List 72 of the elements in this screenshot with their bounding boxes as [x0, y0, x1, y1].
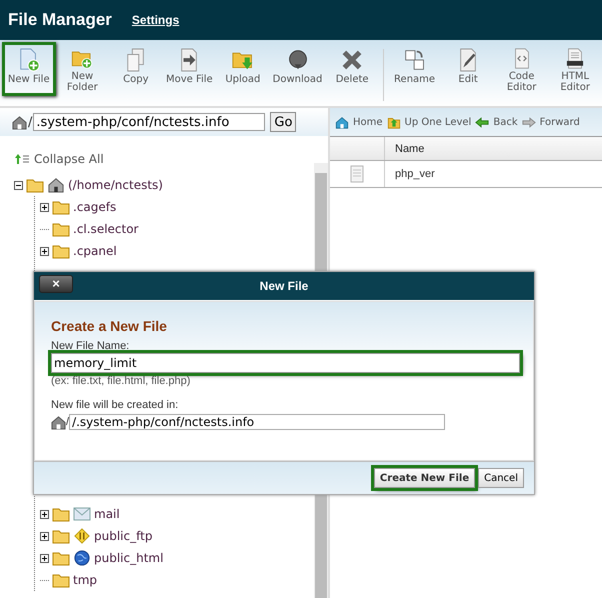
folder-name[interactable]: .cl.selector: [73, 222, 138, 236]
copy-icon: [124, 48, 147, 72]
folder-up-icon: [386, 116, 401, 128]
forward-arrow-icon: [522, 116, 536, 128]
dialog-title: New File: [260, 279, 308, 293]
file-name-field[interactable]: memory_limit: [51, 353, 520, 373]
file-name-cell[interactable]: php_ver: [385, 168, 435, 180]
toolbar-button[interactable]: Upload: [216, 42, 270, 96]
close-button[interactable]: ×: [39, 275, 73, 293]
new-file-icon: [18, 48, 40, 72]
collapse-box-icon[interactable]: [14, 180, 23, 190]
house-icon: [47, 177, 65, 193]
expand-icon[interactable]: [40, 510, 49, 518]
folder-icon: [52, 221, 70, 237]
go-button[interactable]: Go: [270, 112, 296, 132]
path-separator: /: [28, 114, 32, 130]
envelope-icon: [73, 506, 91, 522]
expand-icon[interactable]: [40, 554, 49, 562]
folder-name[interactable]: .cpanel: [73, 244, 117, 258]
nav-button[interactable]: Up One Level: [386, 116, 472, 128]
folder-icon: [52, 199, 70, 215]
nav-button[interactable]: Back: [475, 116, 518, 128]
toolbar-button[interactable]: Delete: [325, 42, 379, 96]
home-icon: [51, 414, 66, 430]
warning-diamond-icon: [73, 528, 91, 544]
folder-icon: [52, 572, 70, 588]
toolbar-button[interactable]: New Folder: [56, 42, 110, 96]
toolbar-button[interactable]: Copy: [109, 42, 163, 96]
folder-icon: [52, 550, 70, 566]
path-field[interactable]: .system-php/conf/nctests.info: [33, 113, 266, 131]
home-icon: [335, 116, 349, 128]
column-header[interactable]: Name: [385, 142, 424, 154]
delete-icon: [341, 48, 364, 72]
nav-button[interactable]: Home: [335, 116, 383, 128]
folder-icon: [52, 506, 70, 522]
toolbar-button[interactable]: HTML Editor: [548, 42, 602, 96]
back-arrow-icon: [475, 116, 490, 128]
folder-icon: [52, 528, 70, 544]
collapse-all-link[interactable]: Collapse All: [14, 152, 314, 166]
folder-name[interactable]: (/home/nctests): [68, 178, 163, 192]
folder-icon: [52, 243, 70, 259]
folder-name[interactable]: .cagefs: [73, 200, 116, 214]
expand-icon[interactable]: [40, 532, 49, 540]
toolbar-button[interactable]: Edit: [441, 42, 495, 96]
collapse-icon: [14, 153, 30, 165]
cancel-button[interactable]: Cancel: [478, 468, 524, 488]
folder-name[interactable]: public_ftp: [94, 529, 152, 543]
globe-icon: [73, 550, 91, 566]
toolbar-button[interactable]: Code Editor: [494, 42, 548, 96]
hint-text: (ex: file.txt, file.html, file.php): [51, 375, 192, 387]
toolbar-button[interactable]: Download: [270, 42, 326, 96]
toolbar-button[interactable]: Rename: [388, 42, 442, 96]
home-icon: [12, 114, 27, 130]
folder-name[interactable]: mail: [94, 507, 120, 521]
nav-button[interactable]: Forward: [522, 116, 580, 128]
field-label: New file will be created in:: [51, 399, 180, 411]
path-separator: /: [66, 416, 70, 428]
toolbar-button[interactable]: New File: [2, 42, 56, 96]
dialog-heading: Create a New File: [51, 318, 168, 334]
expand-icon[interactable]: [40, 246, 49, 256]
app-title: File Manager: [8, 10, 112, 30]
create-button[interactable]: Create New File: [374, 468, 476, 488]
location-field[interactable]: /.system-php/conf/nctests.info: [69, 414, 446, 430]
document-icon: [350, 165, 364, 183]
settings-link[interactable]: Settings: [132, 13, 180, 27]
folder-name[interactable]: tmp: [73, 573, 98, 587]
folder-name[interactable]: public_html: [94, 551, 164, 565]
open-folder-icon: [26, 177, 44, 193]
expand-icon[interactable]: [40, 202, 49, 212]
rename-icon: [404, 48, 426, 72]
toolbar-button[interactable]: Move File: [162, 42, 216, 96]
field-label: New File Name:: [51, 340, 130, 352]
